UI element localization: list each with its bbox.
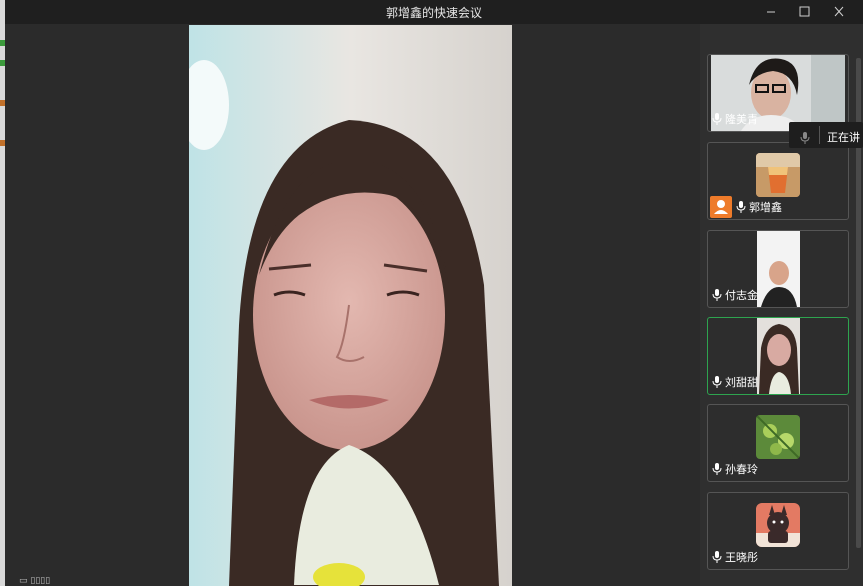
participant-avatar <box>756 153 800 197</box>
participant-tile[interactable]: 王晓彤 <box>707 492 849 570</box>
speaking-label: 正在讲 <box>827 131 860 144</box>
participant-tile[interactable]: 孙春玲 <box>707 404 849 482</box>
main-video-stage: ▭ ▯▯▯▯ <box>5 24 699 586</box>
close-icon <box>834 6 844 17</box>
microphone-icon <box>712 289 722 301</box>
participant-name: 王晓彤 <box>725 551 758 564</box>
minimize-icon <box>767 11 775 13</box>
close-button[interactable] <box>828 2 850 22</box>
participant-video <box>757 231 800 307</box>
microphone-icon <box>712 376 722 388</box>
participant-name: 孙春玲 <box>725 463 758 476</box>
speaker-video-frame <box>189 25 512 586</box>
participant-name: 付志金 <box>725 289 758 302</box>
window-title: 郭增鑫的快速会议 <box>385 6 482 20</box>
participant-avatar <box>756 503 800 547</box>
participant-name: 隆美青 <box>725 113 758 126</box>
participant-panel: 隆美青 郭增鑫 付志金 刘甜甜 孙春玲 王晓彤 <box>700 24 863 586</box>
maximize-button[interactable] <box>793 2 815 22</box>
microphone-icon <box>736 201 746 213</box>
microphone-icon <box>800 129 810 148</box>
microphone-icon <box>712 551 722 563</box>
speaking-tooltip: 正在讲 <box>789 122 863 148</box>
active-speaker-video[interactable] <box>189 25 512 586</box>
participant-tile[interactable]: 付志金 <box>707 230 849 308</box>
maximize-icon <box>799 6 810 17</box>
participant-nametag: 付志金 <box>712 287 758 303</box>
participant-tile[interactable]: 郭增鑫 <box>707 142 849 220</box>
participant-nametag: 隆美青 <box>712 111 758 127</box>
host-icon <box>710 196 732 218</box>
microphone-icon <box>712 463 722 475</box>
participant-tile[interactable]: 隆美青 <box>707 54 849 132</box>
participant-name: 郭增鑫 <box>749 201 782 214</box>
participant-tile-active[interactable]: 刘甜甜 <box>707 317 849 395</box>
microphone-icon <box>712 113 722 125</box>
status-fragment: ▭ ▯▯▯▯ <box>19 576 51 586</box>
participant-avatar <box>756 415 800 459</box>
participant-nametag: 王晓彤 <box>712 549 758 565</box>
participant-nametag: 孙春玲 <box>712 461 758 477</box>
participant-nametag: 郭增鑫 <box>736 199 782 215</box>
participant-name: 刘甜甜 <box>725 376 758 389</box>
title-bar: 郭增鑫的快速会议 <box>5 0 863 24</box>
participant-nametag: 刘甜甜 <box>712 374 758 390</box>
tooltip-divider <box>819 126 820 144</box>
minimize-button[interactable] <box>760 2 782 22</box>
participant-video <box>757 318 800 394</box>
